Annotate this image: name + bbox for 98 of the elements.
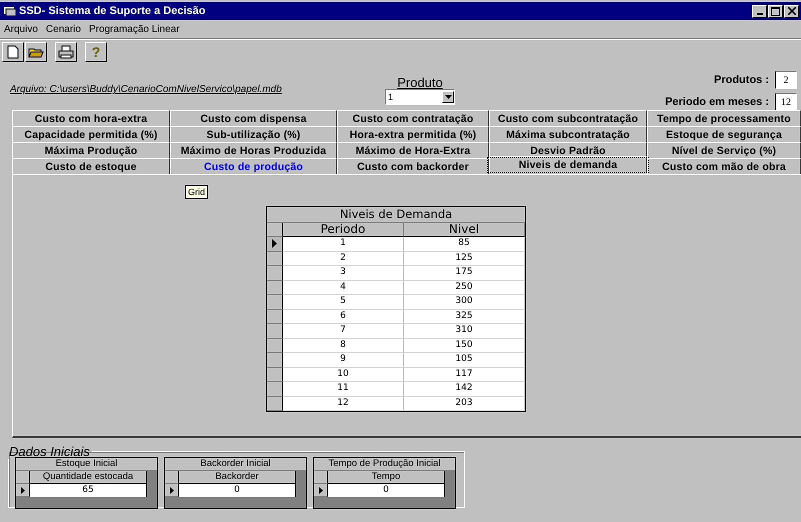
table-cell: 6 [283,310,404,324]
row-selector[interactable] [267,396,283,411]
new-file-icon[interactable] [2,42,24,62]
window-icon [4,6,16,16]
tab[interactable]: Custo com dispensa [170,110,337,126]
grid-caption: Estoque Inicial [16,458,157,471]
table-cell: 125 [404,252,525,266]
table-cell: 150 [404,338,525,353]
period-field[interactable]: 12 [775,93,797,111]
row-selector[interactable] [314,484,328,497]
menu-item[interactable]: Cenario [46,24,81,34]
tab[interactable]: Custo com contratação [337,110,489,126]
tab[interactable]: Custo com hora-extra [12,110,170,126]
table-cell: 9 [283,353,404,368]
row-selector[interactable] [267,252,283,266]
tab[interactable]: Capacidade permitida (%) [12,126,170,142]
menu-item[interactable]: Programação Linear [88,24,180,34]
table-cell: 142 [404,382,525,396]
table-cell: 11 [283,382,404,396]
row-selector[interactable] [267,353,283,368]
table-cell: 7 [283,324,404,338]
tab[interactable]: Nível de Serviço (%) [647,142,801,158]
column-header: Quantidade estocada [30,471,147,484]
column-header: Tempo [328,471,445,484]
table-cell: 65 [30,484,147,497]
grid-caption: Tempo de Produção Inicial [314,458,455,471]
menu-item[interactable]: Arquivo [4,24,38,34]
frame-title: Dados Iniciais [8,444,91,459]
table-cell: 175 [404,266,525,280]
table-cell: 325 [404,310,525,324]
table-cell: 310 [404,324,525,338]
products-field[interactable]: 2 [775,71,797,89]
table-cell: 85 [404,237,525,252]
window-title: SSD- Sistema de Suporte a Decisão [19,5,206,17]
table-cell: 10 [283,368,404,382]
tab[interactable]: Custo com subcontratação [489,110,647,126]
table-cell: 5 [283,295,404,310]
product-dropdown[interactable]: 1 [385,89,455,105]
row-selector[interactable] [16,484,30,497]
close-button[interactable] [784,4,799,18]
tab[interactable]: Custo com backorder [337,158,489,174]
tab[interactable]: Sub-utilização (%) [170,126,337,142]
row-selector[interactable] [267,368,283,382]
current-row-icon [318,486,322,494]
tooltip: Grid [185,185,208,199]
maximize-button[interactable] [768,4,783,18]
table-cell: 117 [404,368,525,382]
tab[interactable]: Máximo de Hora-Extra [337,142,489,158]
table-cell: 1 [283,237,404,252]
column-header: Periodo [283,223,404,237]
table-cell: 8 [283,338,404,353]
product-label: Produto [396,76,444,89]
printer-icon[interactable] [55,42,77,62]
open-folder-icon[interactable] [25,42,47,62]
table-cell: 3 [283,266,404,280]
table-cell: 4 [283,280,404,295]
tab[interactable]: Estoque de segurança [647,126,801,142]
row-selector[interactable] [267,338,283,353]
minimize-button[interactable] [752,4,767,18]
tab[interactable]: Custo com mão de obra [647,158,801,174]
table-cell: 2 [283,252,404,266]
table-cell: 12 [283,396,404,411]
grid-caption: Backorder Inicial [165,458,306,471]
row-selector[interactable] [165,484,179,497]
table-cell: 105 [404,353,525,368]
table-cell: 0 [328,484,445,497]
row-selector[interactable] [267,295,283,310]
table-cell: 300 [404,295,525,310]
period-label: Periodo em meses : [665,96,769,108]
grid-caption: Niveis de Demanda [267,207,525,223]
maximize-icon [771,6,780,16]
row-selector[interactable] [267,266,283,280]
tab[interactable]: Desvio Padrão [489,142,647,158]
tab[interactable]: Hora-extra permitida (%) [337,126,489,142]
column-header: Nivel [404,223,525,237]
close-icon [788,7,796,15]
tab[interactable]: Niveis de demanda [489,156,647,173]
tab[interactable]: Tempo de processamento [647,110,801,126]
tab[interactable]: Máxima Produção [12,142,170,158]
tab[interactable]: Máximo de Horas Produzida [170,142,337,158]
table-cell: 250 [404,280,525,295]
current-row-icon [20,486,24,494]
row-selector[interactable] [267,280,283,295]
column-header: Backorder [179,471,296,484]
table-cell: 0 [179,484,296,497]
file-path: Arquivo: C:\users\Buddy\CenarioComNivelServico\papel.mdb [10,84,283,95]
products-label: Produtos : [714,74,769,86]
row-selector[interactable] [267,237,283,252]
row-selector[interactable] [267,324,283,338]
tab[interactable]: Custo de produção [170,158,337,174]
tab[interactable]: Máxima subcontratação [489,126,647,142]
help-button[interactable]: ? [85,42,107,62]
tab[interactable]: Custo de estoque [12,158,170,174]
current-row-icon [170,486,174,494]
table-cell: 203 [404,396,525,411]
row-selector[interactable] [267,310,283,324]
current-row-icon [272,239,277,248]
row-selector[interactable] [267,382,283,396]
